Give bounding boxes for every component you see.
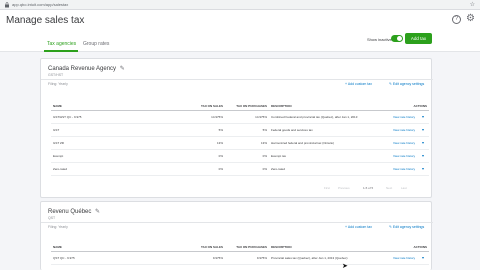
tax-name: QST QC - 9.975 <box>53 256 75 260</box>
table-row: GST 5% 5% Federal goods and services tax… <box>51 124 429 137</box>
browser-address-bar[interactable]: app.qbo.intuit.com/app/salestax ☆ <box>0 0 480 10</box>
column-header-actions: ACTIONS <box>413 104 428 108</box>
page-header: Manage sales tax ? ⚙ <box>0 10 480 32</box>
star-icon[interactable]: ☆ <box>470 1 475 9</box>
chevron-down-icon[interactable]: ▾ <box>422 127 424 132</box>
tax-description: Combined Federal and provincial tax (Que… <box>271 115 358 119</box>
chevron-down-icon[interactable]: ▾ <box>422 153 424 158</box>
lock-icon <box>5 2 9 8</box>
tax-on-purchases: 0% <box>262 167 267 171</box>
pager-first[interactable]: First <box>324 186 330 191</box>
tax-rates-table: NAME TAX ON SALES TAX ON PURCHASES DESCR… <box>51 101 429 183</box>
agency-business-number: GST/HST <box>48 73 64 77</box>
edit-agency-settings-link[interactable]: ✎ Edit agency settings <box>389 82 424 87</box>
chevron-down-icon[interactable]: ▾ <box>422 166 424 171</box>
column-header-name: NAME <box>53 245 62 249</box>
edit-agency-settings-link[interactable]: ✎ Edit agency settings <box>389 225 424 230</box>
tax-name: GST <box>53 128 60 132</box>
tax-description: Provincial sales tax (Quebec), after Jan… <box>271 256 348 260</box>
page-title: Manage sales tax <box>6 15 85 26</box>
show-inactive-label: Show inactive <box>367 37 392 42</box>
gear-icon[interactable]: ⚙ <box>466 14 475 24</box>
agency-card-cra: Canada Revenue Agency ✎ GST/HST Filing: … <box>40 58 433 198</box>
column-header-tax-on-purchases: TAX ON PURCHASES <box>236 245 267 249</box>
edit-icon[interactable]: ✎ <box>120 66 125 72</box>
page-scrollbar[interactable] <box>475 52 479 270</box>
show-inactive-toggle[interactable] <box>391 35 403 42</box>
pager-range: 1-5 of 5 <box>363 186 374 190</box>
mouse-cursor-icon: ➤ <box>342 263 348 270</box>
agency-title: Revenu Québec ✎ <box>48 208 100 216</box>
table-row: Zero-rated 0% 0% Zero-rated View rate hi… <box>51 163 429 176</box>
view-rate-history-link[interactable]: View rate history <box>393 128 415 133</box>
column-header-name: NAME <box>53 104 62 108</box>
view-rate-history-link[interactable]: View rate history <box>393 256 415 261</box>
tax-on-purchases: 13% <box>260 141 267 145</box>
pager-previous[interactable]: Previous <box>338 186 350 191</box>
view-rate-history-link[interactable]: View rate history <box>393 154 415 159</box>
tax-description: Harmonized federal and provincial tax (O… <box>271 141 335 145</box>
view-rate-history-link[interactable]: View rate history <box>393 167 415 172</box>
help-icon[interactable]: ? <box>452 15 461 24</box>
tab-tax-agencies[interactable]: Tax agencies <box>47 41 76 48</box>
pager-last[interactable]: Last <box>401 186 407 191</box>
add-custom-tax-link[interactable]: + Add custom tax <box>345 225 372 230</box>
tax-description: Zero-rated <box>271 167 286 171</box>
table-row: QST QC - 9.975 9.975% 9.975% Provincial … <box>51 252 429 265</box>
view-rate-history-link[interactable]: View rate history <box>393 141 415 146</box>
tax-on-purchases: 0% <box>262 154 267 158</box>
tax-on-purchases: 5% <box>262 128 267 132</box>
tax-description: Federal goods and services tax <box>271 128 313 132</box>
tax-name: GST/HST QC - 9.975 <box>53 115 82 119</box>
add-custom-tax-label: Add custom tax <box>347 82 372 86</box>
table-row: Exempt 0% 0% Exempt tax View rate histor… <box>51 150 429 163</box>
add-custom-tax-link[interactable]: + Add custom tax <box>345 82 372 87</box>
edit-icon[interactable]: ✎ <box>95 209 100 215</box>
tax-on-purchases: 14.975% <box>255 115 267 119</box>
tax-on-purchases: 9.975% <box>256 256 267 260</box>
view-rate-history-link[interactable]: View rate history <box>393 115 415 120</box>
tax-rates-table: NAME TAX ON SALES TAX ON PURCHASES DESCR… <box>51 242 429 270</box>
column-header-description: DESCRIPTION <box>271 245 292 249</box>
add-custom-tax-label: Add custom tax <box>347 225 372 229</box>
agency-card-revenu-quebec: Revenu Québec ✎ QST Filing: Yearly + Add… <box>40 201 433 270</box>
column-header-actions: ACTIONS <box>413 245 428 249</box>
active-tab-indicator <box>44 50 78 52</box>
edit-agency-settings-label: Edit agency settings <box>392 82 425 86</box>
divider <box>41 222 433 223</box>
table-row: GST ZR 13% 13% Harmonized federal and pr… <box>51 137 429 150</box>
tab-group-rates[interactable]: Group rates <box>83 41 109 48</box>
edit-agency-settings-label: Edit agency settings <box>392 225 425 229</box>
table-header: NAME TAX ON SALES TAX ON PURCHASES DESCR… <box>51 242 429 252</box>
tax-name: GST ZR <box>53 141 64 145</box>
column-header-description: DESCRIPTION <box>271 104 292 108</box>
divider <box>41 79 433 80</box>
agency-name: Canada Revenue Agency <box>48 66 117 72</box>
chevron-down-icon[interactable]: ▾ <box>422 255 424 260</box>
add-tax-button[interactable]: Add tax <box>405 33 432 44</box>
pager-next[interactable]: Next <box>386 186 392 191</box>
filing-frequency: Filing: Yearly <box>48 82 68 86</box>
url-text[interactable]: app.qbo.intuit.com/app/salestax <box>12 1 68 9</box>
tax-name: Exempt <box>53 154 64 158</box>
chevron-down-icon[interactable]: ▾ <box>422 140 424 145</box>
chevron-down-icon[interactable]: ▾ <box>422 114 424 119</box>
filing-frequency: Filing: Yearly <box>48 225 68 229</box>
agency-title: Canada Revenue Agency ✎ <box>48 65 125 73</box>
tax-name: Zero-rated <box>53 167 68 171</box>
table-row: GST/HST QC - 9.975 14.975% 14.975% Combi… <box>51 111 429 124</box>
table-header: NAME TAX ON SALES TAX ON PURCHASES DESCR… <box>51 101 429 111</box>
tax-description: Exempt tax <box>271 154 287 158</box>
column-header-tax-on-purchases: TAX ON PURCHASES <box>236 104 267 108</box>
agency-business-number: QST <box>48 216 56 220</box>
agency-name: Revenu Québec <box>48 209 92 215</box>
